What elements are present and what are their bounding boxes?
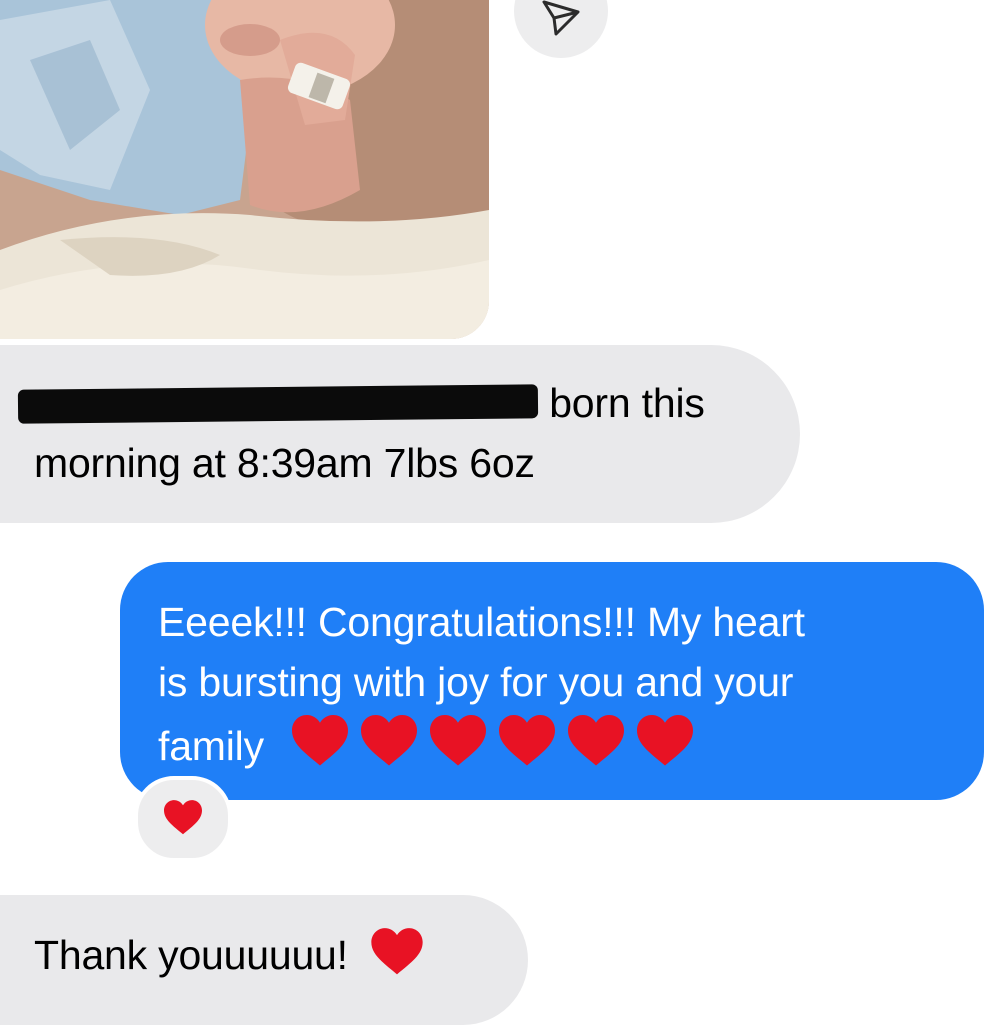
heart-icon: [565, 712, 627, 784]
message-text: Thank youuuuuu!: [34, 932, 348, 978]
message-line: born this: [17, 373, 760, 433]
redacted-name: [17, 384, 539, 424]
heart-reaction[interactable]: [134, 776, 232, 862]
message-bubble-incoming[interactable]: Thank youuuuuu!: [0, 895, 528, 1025]
message-text: born this: [549, 380, 705, 426]
share-button[interactable]: [514, 0, 608, 58]
heart-icon: [289, 712, 351, 784]
message-line: family: [158, 712, 948, 784]
heart-icon: [427, 712, 489, 784]
baby-photo-icon: [0, 0, 489, 339]
emoji-row: [289, 715, 703, 769]
message-text: morning at 8:39am 7lbs 6oz: [34, 440, 535, 486]
heart-icon: [358, 712, 420, 784]
message-text: family: [158, 723, 264, 769]
message-bubble-incoming[interactable]: born this morning at 8:39am 7lbs 6oz: [0, 345, 800, 523]
message-text: Eeeek!!! Congratulations!!! My heart: [158, 599, 805, 645]
heart-icon: [369, 925, 425, 993]
heart-icon: [162, 798, 204, 841]
message-text: is bursting with joy for you and your: [158, 659, 794, 705]
message-bubble-outgoing[interactable]: Eeeek!!! Congratulations!!! My heart is …: [120, 562, 984, 800]
heart-icon: [634, 712, 696, 784]
heart-icon: [496, 712, 558, 784]
photo-attachment[interactable]: [0, 0, 489, 339]
send-arrow-icon: [542, 0, 580, 36]
